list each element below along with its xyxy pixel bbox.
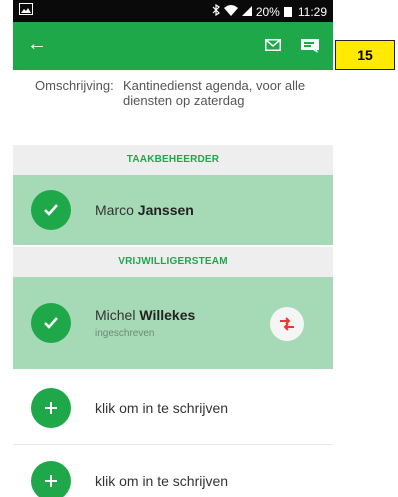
last-name: Willekes (139, 307, 196, 323)
taakbeheerder-name: Marco Janssen (95, 202, 194, 218)
image-notification-icon (19, 3, 33, 18)
first-name: Michel (95, 307, 136, 323)
taakbeheerder-row[interactable]: Marco Janssen (13, 175, 333, 245)
status-bar: 20% 11:29 (13, 0, 333, 22)
step-badge: 15 (335, 40, 395, 70)
message-icon[interactable] (301, 39, 319, 58)
phone-screen: 20% 11:29 ← Omschrijving: Kantinedienst … (13, 0, 333, 497)
wifi-icon (223, 4, 238, 19)
section-header-taakbeheerder: TAAKBEHEERDER (13, 145, 333, 175)
volunteer-row[interactable]: Michel Willekes ingeschreven (13, 277, 333, 369)
add-icon (31, 461, 71, 497)
last-name: Janssen (137, 202, 194, 218)
signup-label: klik om in te schrijven (95, 400, 229, 416)
battery-icon (283, 6, 292, 17)
clock: 11:29 (297, 4, 327, 19)
add-icon (31, 388, 71, 428)
check-icon (31, 303, 71, 343)
mail-icon[interactable] (265, 38, 281, 56)
signal-icon (241, 5, 252, 19)
swap-icon[interactable] (270, 307, 304, 341)
first-name: Marco (95, 202, 134, 218)
section-header-vrijwilligersteam: VRIJWILLIGERSTEAM (13, 247, 333, 277)
volunteer-name: Michel Willekes (95, 307, 195, 323)
check-icon (31, 190, 71, 230)
signup-label: klik om in te schrijven (95, 473, 229, 489)
description-label: Omschrijving: (35, 78, 114, 93)
signup-row[interactable]: klik om in te schrijven (13, 446, 333, 497)
back-arrow-icon[interactable]: ← (27, 34, 47, 54)
app-bar: ← (13, 22, 333, 70)
volunteer-status: ingeschreven (95, 328, 155, 339)
divider (13, 444, 333, 445)
signup-row[interactable]: klik om in te schrijven (13, 373, 333, 443)
bluetooth-icon (212, 3, 220, 19)
battery-level: 20% (255, 4, 280, 19)
description-value: Kantinedienst agenda, voor alle diensten… (123, 78, 306, 108)
